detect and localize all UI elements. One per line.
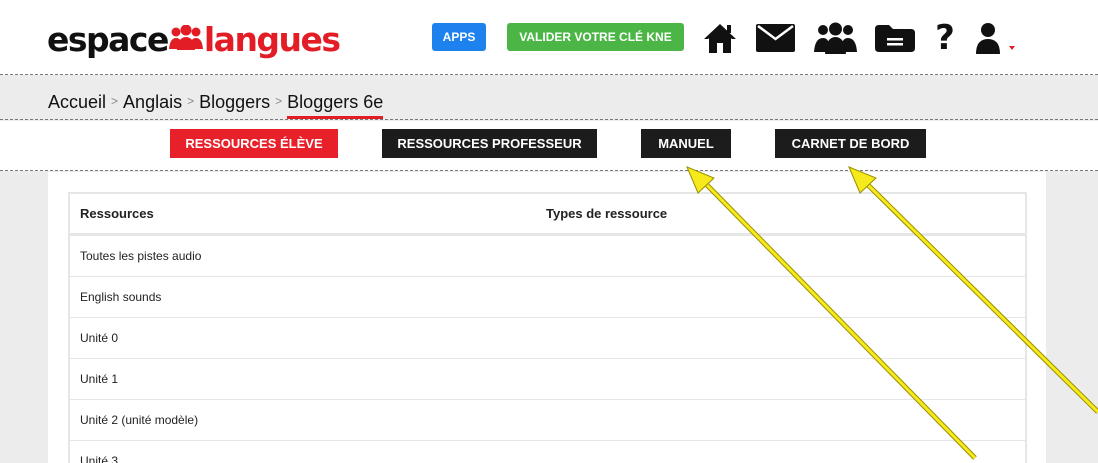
mail-icon[interactable] <box>756 18 795 58</box>
logo-people-icon <box>168 23 203 56</box>
group-icon[interactable] <box>814 18 857 58</box>
resource-tabs-bar: RESSOURCES ÉLÈVE RESSOURCES PROFESSEUR M… <box>0 121 1098 171</box>
table-row[interactable]: Unité 1 <box>70 359 1025 400</box>
logo-text-espace: espace <box>47 19 169 59</box>
apps-button[interactable]: APPS <box>432 23 486 51</box>
home-icon[interactable] <box>703 18 737 58</box>
breadcrumb-band: Accueil > Anglais > Bloggers > Bloggers … <box>0 76 1098 120</box>
tab-carnet-de-bord[interactable]: CARNET DE BORD <box>775 129 926 158</box>
tab-manuel[interactable]: MANUEL <box>641 129 731 158</box>
breadcrumb-separator: > <box>111 94 119 108</box>
breadcrumb-separator: > <box>275 94 283 108</box>
user-menu-caret-icon[interactable] <box>1009 46 1015 50</box>
table-row[interactable]: Unité 0 <box>70 318 1025 359</box>
table-header: Ressources Types de ressource <box>70 194 1025 236</box>
table-row[interactable]: Toutes les pistes audio <box>70 236 1025 277</box>
logo-text-langues: langues <box>203 19 341 59</box>
folder-icon[interactable] <box>875 18 915 58</box>
breadcrumb-item-bloggers[interactable]: Bloggers <box>199 92 270 113</box>
column-header-ressources: Ressources <box>80 206 154 221</box>
table-row[interactable]: Unité 2 (unité modèle) <box>70 400 1025 441</box>
column-header-types: Types de ressource <box>546 206 668 221</box>
breadcrumb-item-accueil[interactable]: Accueil <box>48 92 106 113</box>
help-icon[interactable]: ? <box>933 18 957 58</box>
main-content: Ressources Types de ressource Toutes les… <box>48 172 1046 463</box>
tab-ressources-professeur[interactable]: RESSOURCES PROFESSEUR <box>382 129 597 158</box>
top-header: espace langues APPS VALIDER VOTRE CLÉ KN… <box>0 0 1098 75</box>
table-row[interactable]: English sounds <box>70 277 1025 318</box>
breadcrumb-current-page: Bloggers 6e <box>287 92 384 119</box>
breadcrumb-item-anglais[interactable]: Anglais <box>123 92 182 113</box>
breadcrumb-separator: > <box>187 94 195 108</box>
table-row[interactable]: Unité 3 <box>70 441 1025 463</box>
validate-kne-key-button[interactable]: VALIDER VOTRE CLÉ KNE <box>507 23 684 51</box>
page: espace langues APPS VALIDER VOTRE CLÉ KN… <box>0 0 1098 463</box>
user-icon[interactable] <box>976 18 1000 58</box>
espace-langues-logo[interactable]: espace langues <box>47 19 341 59</box>
tab-ressources-eleve[interactable]: RESSOURCES ÉLÈVE <box>170 129 338 158</box>
resources-table: Ressources Types de ressource Toutes les… <box>68 192 1027 463</box>
breadcrumb: Accueil > Anglais > Bloggers > Bloggers … <box>48 92 384 119</box>
